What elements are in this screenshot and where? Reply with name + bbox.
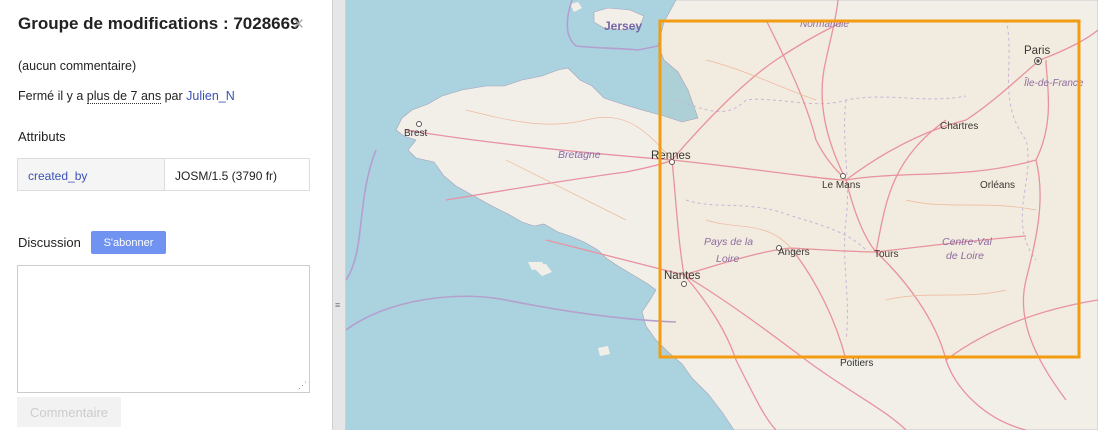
attributes-table: created_by JOSM/1.5 (3790 fr) [17, 158, 310, 191]
changeset-comment: (aucun commentaire) [18, 59, 137, 73]
label-jersey: Jersey [604, 19, 642, 33]
label-poitiers: Poitiers [840, 358, 873, 369]
comment-textarea[interactable] [17, 265, 310, 393]
comment-button[interactable]: Commentaire [17, 397, 121, 427]
drag-handle-icon: ≡ [335, 300, 341, 310]
attribute-value: JOSM/1.5 (3790 fr) [175, 169, 278, 183]
map-view[interactable]: Jersey Normandie Paris Île-de-France Bre… [346, 0, 1098, 430]
brest-marker [416, 121, 422, 127]
close-icon[interactable]: × [293, 14, 304, 36]
subscribe-button[interactable]: S'abonner [91, 231, 166, 254]
label-brest: Brest [404, 128, 428, 139]
changeset-title: Groupe de modifications : 7028669 [18, 14, 300, 33]
attribute-key[interactable]: created_by [18, 159, 165, 190]
changeset-bbox [658, 19, 1081, 359]
closed-prefix: Fermé il y a [18, 89, 87, 103]
label-bretagne: Bretagne [558, 149, 601, 161]
discussion-heading: Discussion [18, 235, 81, 250]
closed-info: Fermé il y a plus de 7 ans par Julien_N [18, 89, 235, 104]
resize-grip-icon[interactable]: ⋰ [298, 381, 307, 390]
user-link[interactable]: Julien_N [186, 89, 235, 103]
sidebar-resize-handle[interactable]: ≡ [332, 0, 346, 430]
closed-time: plus de 7 ans [86, 89, 162, 104]
changeset-sidebar: Groupe de modifications : 7028669 × (auc… [0, 0, 332, 430]
map-canvas[interactable]: Jersey Normandie Paris Île-de-France Bre… [346, 0, 1098, 430]
closed-by-word: par [161, 89, 187, 103]
attributes-heading: Attributs [18, 129, 66, 144]
